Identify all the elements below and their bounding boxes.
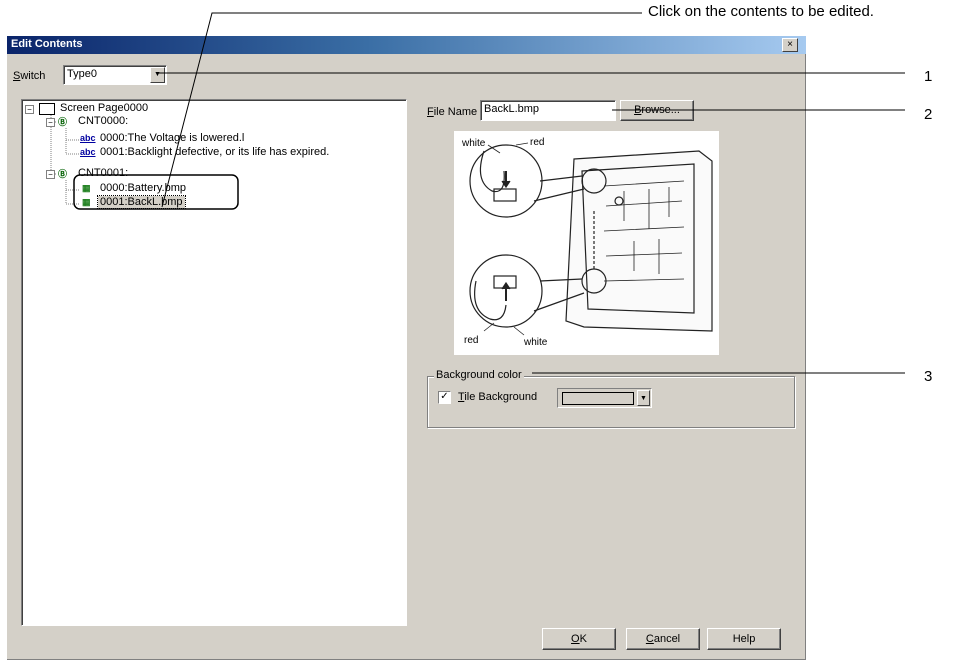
screen-page-icon <box>39 103 55 115</box>
contents-tree[interactable]: − Screen Page0000 − Ⓑ CNT0000: abc 0000:… <box>21 99 407 626</box>
backlight-replacement-illustration: white red red white <box>461 137 713 348</box>
color-swatch <box>562 392 634 405</box>
switch-dropdown[interactable]: Type0 ▼ <box>63 65 167 85</box>
file-name-input[interactable]: BackL.bmp <box>480 100 616 121</box>
expander-root[interactable]: − <box>25 105 34 114</box>
file-name-label: File Name <box>427 106 478 118</box>
title-bar[interactable]: Edit Contents × <box>7 36 806 54</box>
text-abc-icon: abc <box>80 147 96 157</box>
close-button[interactable]: × <box>782 38 798 52</box>
tree-item-battery-bmp[interactable]: 0000:Battery.bmp <box>100 182 186 194</box>
ok-button[interactable]: OK <box>542 628 616 650</box>
label-white-bottom: white <box>523 337 548 348</box>
text-abc-icon: abc <box>80 133 96 143</box>
tree-item-text-0000[interactable]: 0000:The Voltage is lowered.l <box>100 132 244 144</box>
tree-item-backl-bmp-selected[interactable]: 0001:BackL.bmp <box>97 195 186 209</box>
dropdown-arrow-icon[interactable]: ▼ <box>637 390 650 406</box>
label-red-bottom: red <box>464 335 478 346</box>
dropdown-arrow-icon[interactable]: ▼ <box>150 67 165 83</box>
tile-background-label: Tile Background <box>458 391 538 403</box>
bitmap-preview: white red red white <box>454 131 719 355</box>
counter-icon: Ⓑ <box>58 169 68 179</box>
checkmark-icon: ✓ <box>440 391 449 402</box>
callout-number-1: 1 <box>924 68 933 85</box>
tree-item-cnt0000[interactable]: CNT0000: <box>78 115 128 127</box>
background-color-group: Background color ✓ Tile Background ▼ <box>427 369 795 428</box>
callout-number-2: 2 <box>924 106 933 123</box>
expander-cnt0000[interactable]: − <box>46 118 55 127</box>
label-red-top: red <box>530 137 544 148</box>
switch-value: Type0 <box>67 68 97 80</box>
close-icon: × <box>787 39 793 50</box>
file-name-value: BackL.bmp <box>484 103 540 115</box>
background-color-picker[interactable]: ▼ <box>557 388 652 408</box>
tree-item-cnt0001[interactable]: CNT0001: <box>78 167 128 179</box>
bitmap-icon: ▦ <box>82 197 91 207</box>
edit-contents-dialog: Edit Contents × Switch Type0 ▼ − Screen … <box>7 36 806 660</box>
callout-instruction: Click on the contents to be edited. <box>648 3 874 20</box>
callout-number-3: 3 <box>924 368 933 385</box>
tile-background-checkbox[interactable]: ✓ <box>438 391 451 404</box>
tree-item-text-0001[interactable]: 0001:Backlight defective, or its life ha… <box>100 146 329 158</box>
switch-label: Switch <box>13 70 46 82</box>
expander-cnt0001[interactable]: − <box>46 170 55 179</box>
dialog-title: Edit Contents <box>11 38 83 50</box>
cancel-button[interactable]: Cancel <box>626 628 700 650</box>
label-white-top: white <box>461 138 486 149</box>
counter-icon: Ⓑ <box>58 117 68 127</box>
tree-item-screen-page[interactable]: Screen Page0000 <box>60 102 148 114</box>
help-button[interactable]: Help <box>707 628 781 650</box>
bitmap-icon: ▦ <box>82 183 91 193</box>
background-color-title: Background color <box>434 369 524 381</box>
browse-button[interactable]: Browse... <box>620 100 694 121</box>
